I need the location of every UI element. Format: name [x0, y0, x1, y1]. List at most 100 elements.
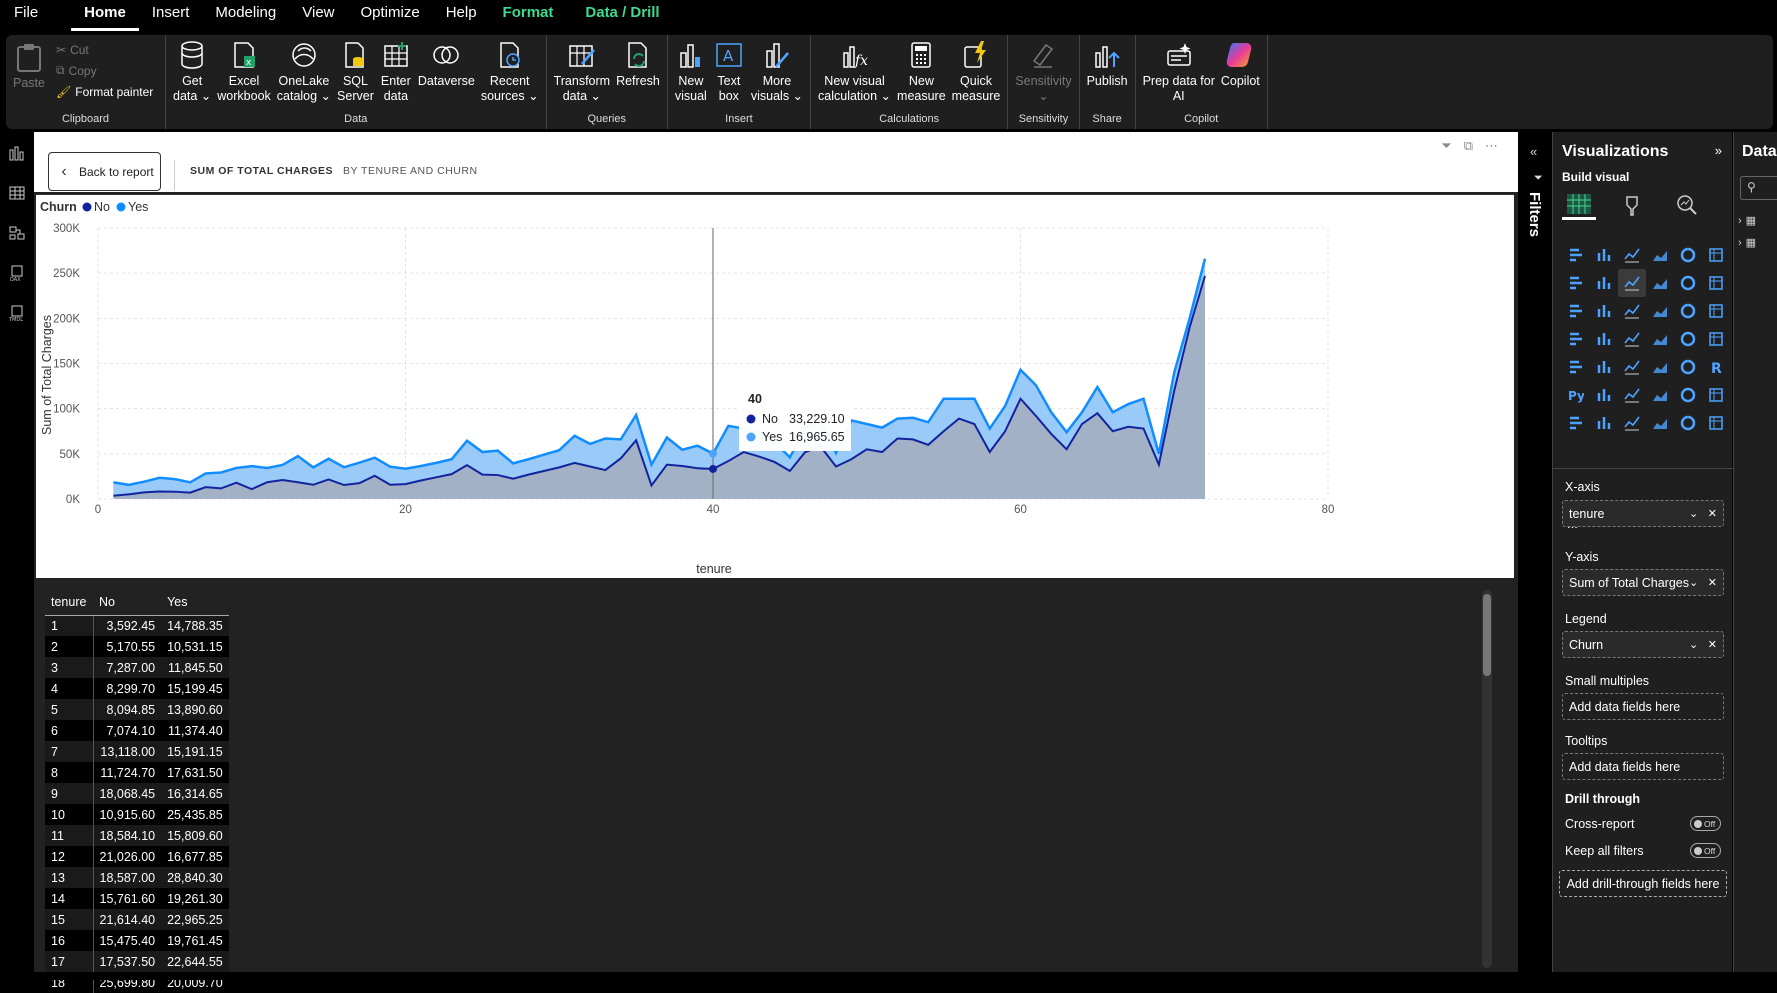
prep-data-for-ai-button[interactable]: Prep data for AI	[1140, 35, 1218, 104]
table-view-icon[interactable]	[0, 173, 33, 213]
visual-type-sparkle-icon[interactable]	[1702, 409, 1730, 437]
drill-through-well[interactable]: Add drill-through fields here	[1559, 870, 1727, 897]
onelake-catalog-button[interactable]: OneLake catalog ⌄	[274, 35, 334, 104]
visual-type-r-visual-icon[interactable]: R	[1702, 353, 1730, 381]
legend-yes-label[interactable]: Yes	[128, 200, 148, 214]
visual-type-kpi-icon[interactable]	[1590, 353, 1618, 381]
table-column-header[interactable]: Yes	[161, 590, 229, 616]
visual-type-100-bar-icon[interactable]	[1674, 241, 1702, 269]
filter-icon[interactable]: ⏷	[1441, 138, 1451, 154]
chevron-down-icon[interactable]: ⌄	[1689, 638, 1698, 651]
visual-type-multi-row-card-icon[interactable]	[1562, 353, 1590, 381]
close-icon[interactable]: ✕	[1708, 638, 1717, 651]
visual-type-clustered-bar-icon[interactable]	[1618, 241, 1646, 269]
copy-button[interactable]: ⧉ Copy	[56, 60, 153, 81]
cross-report-toggle[interactable]: Off	[1690, 816, 1721, 831]
table-column-header[interactable]: tenure	[45, 590, 93, 616]
visual-type-smart-narrative-icon[interactable]	[1674, 381, 1702, 409]
data-table-node-2[interactable]: › ▦	[1738, 236, 1756, 250]
focus-mode-icon[interactable]: ⧉	[1464, 138, 1473, 154]
legend-no-label[interactable]: No	[94, 200, 110, 214]
expand-chevron-icon[interactable]: «	[1530, 144, 1537, 159]
visual-type-map-icon[interactable]	[1590, 325, 1618, 353]
tab-analytics[interactable]	[1670, 190, 1704, 220]
visual-type-100-area-icon[interactable]	[1646, 269, 1674, 297]
menu-optimize[interactable]: Optimize	[348, 0, 433, 31]
visual-type-azure-map-icon[interactable]	[1646, 325, 1674, 353]
visual-type-donut-icon[interactable]	[1702, 297, 1730, 325]
report-view-icon[interactable]	[0, 133, 33, 173]
menu-modeling[interactable]: Modeling	[202, 0, 289, 31]
visual-type-table-icon[interactable]	[1646, 353, 1674, 381]
copilot-button[interactable]: Copilot	[1218, 35, 1263, 89]
visual-type-paginated-report-icon[interactable]	[1562, 409, 1590, 437]
close-icon[interactable]: ✕	[1708, 507, 1717, 520]
visual-type-qa-icon[interactable]	[1646, 381, 1674, 409]
recent-sources-button[interactable]: Recent sources ⌄	[478, 35, 542, 104]
visual-type-ribbon-icon[interactable]	[1562, 297, 1590, 325]
menu-format[interactable]: Format	[490, 0, 567, 31]
small-multiples-well[interactable]: Add data fields here	[1562, 693, 1724, 720]
visual-type-card-icon[interactable]	[1702, 325, 1730, 353]
back-to-report-button[interactable]: ‹ Back to report	[48, 152, 161, 191]
menu-help[interactable]: Help	[433, 0, 490, 31]
chevron-down-icon[interactable]: ⌄	[1689, 507, 1698, 520]
visual-type-gauge-icon[interactable]	[1674, 325, 1702, 353]
new-measure-button[interactable]: New measure	[894, 35, 949, 104]
filters-label[interactable]: Filters	[1526, 192, 1543, 237]
text-box-button[interactable]: A Text box	[710, 35, 748, 104]
refresh-button[interactable]: Refresh	[613, 35, 663, 89]
new-visual-calculation-button[interactable]: fx New visual calculation ⌄	[815, 35, 894, 104]
y-axis-well[interactable]: Sum of Total Charges ⌄ ✕	[1562, 569, 1724, 596]
table-visual[interactable]: tenure No Yes 1 3,592.45 14,788.35 2 5,170.55 1…	[36, 582, 1514, 993]
scrollbar-thumb[interactable]	[1483, 594, 1491, 676]
cut-button[interactable]: ✂ Cut	[56, 39, 153, 60]
menu-home[interactable]: Home	[71, 0, 139, 31]
visual-type-waterfall-icon[interactable]	[1590, 297, 1618, 325]
visual-type-line-icon[interactable]	[1562, 269, 1590, 297]
enter-data-button[interactable]: Enter data	[377, 35, 415, 104]
data-search-input[interactable]: ⚲	[1740, 176, 1777, 200]
visual-type-stacked-column-icon[interactable]	[1590, 241, 1618, 269]
visual-type-line-clustered-icon[interactable]	[1702, 269, 1730, 297]
menu-insert[interactable]: Insert	[139, 0, 203, 31]
data-table-node-1[interactable]: › ▦	[1738, 214, 1756, 228]
publish-button[interactable]: Publish	[1084, 35, 1131, 89]
tooltips-well[interactable]: Add data fields here	[1562, 753, 1724, 780]
model-view-icon[interactable]	[0, 213, 33, 253]
new-visual-button[interactable]: New visual	[672, 35, 710, 104]
visual-type-clustered-column-icon[interactable]	[1646, 241, 1674, 269]
collapse-chevron-icon[interactable]: »	[1715, 143, 1722, 158]
visual-type-slicer-icon[interactable]	[1618, 353, 1646, 381]
keep-all-filters-toggle[interactable]: Off	[1690, 843, 1721, 858]
visual-type-key-influencers-icon[interactable]	[1590, 381, 1618, 409]
legend-well[interactable]: Churn ⌄ ✕	[1562, 631, 1724, 658]
filters-pane-collapsed[interactable]: « ⏷ Filters	[1520, 132, 1552, 972]
visual-type-decomposition-tree-icon[interactable]	[1618, 381, 1646, 409]
table-column-header[interactable]: No	[93, 590, 162, 616]
visual-type-treemap-icon[interactable]	[1562, 325, 1590, 353]
area-chart[interactable]: Churn No Yes 0K 50K 100K 150K 200K 250K 300K 0…	[36, 195, 1514, 579]
close-icon[interactable]: ✕	[1708, 576, 1717, 589]
menu-file[interactable]: File	[0, 0, 51, 31]
transform-data-button[interactable]: Transform data ⌄	[551, 35, 614, 104]
visual-type-power-apps-icon[interactable]	[1590, 409, 1618, 437]
x-axis-well[interactable]: tenure ⌄ ✕	[1562, 500, 1724, 527]
chevron-down-icon[interactable]: ⌄	[1689, 576, 1698, 589]
visual-type-line-column-icon[interactable]	[1674, 269, 1702, 297]
visual-type-scatter-icon[interactable]	[1646, 297, 1674, 325]
sensitivity-button[interactable]: Sensitivity ⌄	[1012, 35, 1074, 104]
more-options-icon[interactable]: ⋯	[1485, 138, 1498, 154]
excel-workbook-button[interactable]: x Excel workbook	[214, 35, 274, 104]
area-chart-visual[interactable]: Churn No Yes 0K 50K 100K 150K 200K 250K 300K 0…	[36, 194, 1514, 578]
tmdl-view-icon[interactable]: TMDL	[0, 293, 33, 333]
dax-query-view-icon[interactable]: DAX	[0, 253, 33, 293]
more-visuals-button[interactable]: More visuals ⌄	[748, 35, 806, 104]
visual-type-filled-map-icon[interactable]	[1618, 325, 1646, 353]
visual-type-narrative-icon[interactable]	[1646, 409, 1674, 437]
tab-format-visual[interactable]	[1616, 190, 1650, 220]
quick-measure-button[interactable]: Quick measure	[949, 35, 1004, 104]
visual-type-goals-icon[interactable]	[1702, 381, 1730, 409]
visual-type-stacked-bar-icon[interactable]	[1562, 241, 1590, 269]
tab-build-visual[interactable]	[1562, 190, 1596, 220]
